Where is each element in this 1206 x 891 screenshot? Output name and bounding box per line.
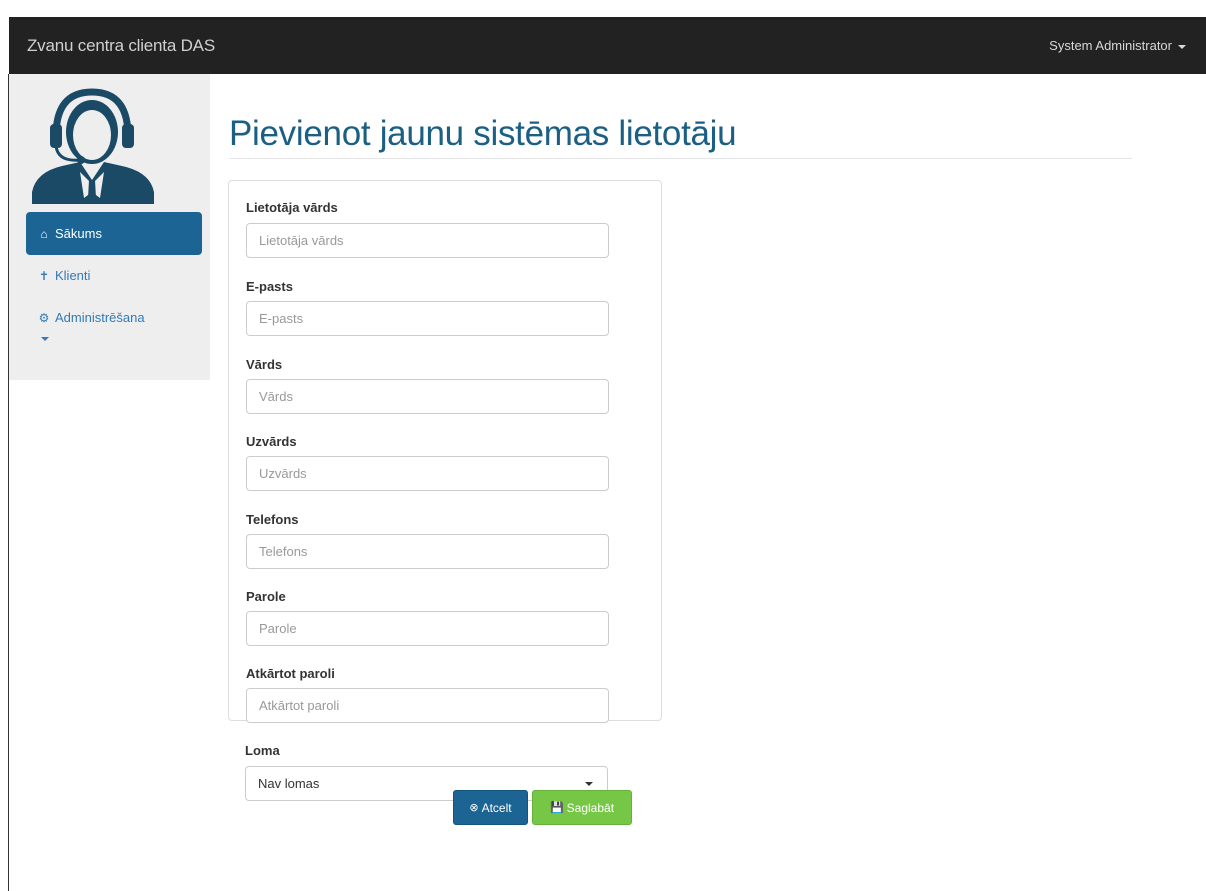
sidebar-item-label: Klienti — [55, 268, 91, 283]
password-input[interactable] — [246, 611, 609, 646]
gears-icon: ⚙ — [38, 310, 50, 325]
page-title: Pievienot jaunu sistēmas lietotāju — [229, 114, 737, 153]
first-name-input[interactable] — [246, 379, 609, 414]
cancel-circle-icon: ⊗ — [469, 802, 479, 814]
caret-down-icon — [41, 337, 49, 341]
save-button-label: Saglabāt — [566, 800, 615, 815]
app-brand[interactable]: Zvanu centra clienta DAS — [27, 36, 215, 56]
repeat-password-label: Atkārtot paroli — [246, 666, 335, 681]
last-name-input[interactable] — [246, 456, 609, 491]
user-menu[interactable]: System Administrator — [1049, 38, 1186, 53]
user-name: System Administrator — [1049, 38, 1172, 53]
top-navbar: Zvanu centra clienta DAS System Administ… — [9, 17, 1206, 74]
sidebar-item-klienti[interactable]: ✝ Klienti — [26, 254, 202, 297]
call-center-agent-logo — [32, 88, 154, 204]
sidebar-item-label: Administrēšana — [55, 310, 145, 325]
new-user-form: Lietotāja vārds E-pasts Vārds Uzvārds Te… — [228, 180, 662, 723]
sidebar-item-sakums[interactable]: ⌂ Sākums — [26, 212, 202, 255]
cancel-button[interactable]: ⊗ Atcelt — [453, 790, 528, 825]
caret-down-icon — [1178, 44, 1186, 49]
home-icon: ⌂ — [40, 226, 48, 241]
sidebar-item-administresana[interactable]: ⚙ Administrēšana — [26, 304, 202, 347]
email-input[interactable] — [246, 301, 609, 336]
chevron-down-icon — [585, 781, 593, 786]
save-button[interactable]: 💾 Saglabāt — [532, 790, 632, 825]
title-divider — [229, 158, 1132, 159]
email-label: E-pasts — [246, 279, 293, 294]
floppy-disk-icon: 💾 — [549, 802, 564, 814]
first-name-label: Vārds — [246, 357, 283, 372]
phone-input[interactable] — [246, 534, 609, 569]
repeat-password-input[interactable] — [246, 688, 609, 723]
password-label: Parole — [246, 589, 286, 604]
role-select-value: Nav lomas — [258, 776, 320, 791]
username-input[interactable] — [246, 223, 609, 258]
cancel-button-label: Atcelt — [481, 800, 512, 815]
role-label: Loma — [245, 743, 280, 758]
phone-label: Telefons — [246, 512, 299, 527]
person-icon: ✝ — [38, 268, 50, 283]
last-name-label: Uzvārds — [246, 434, 297, 449]
sidebar: ⌂ Sākums ✝ Klienti ⚙ Administrēšana — [9, 74, 210, 380]
username-label: Lietotāja vārds — [246, 200, 338, 215]
sidebar-item-label: Sākums — [55, 226, 102, 241]
